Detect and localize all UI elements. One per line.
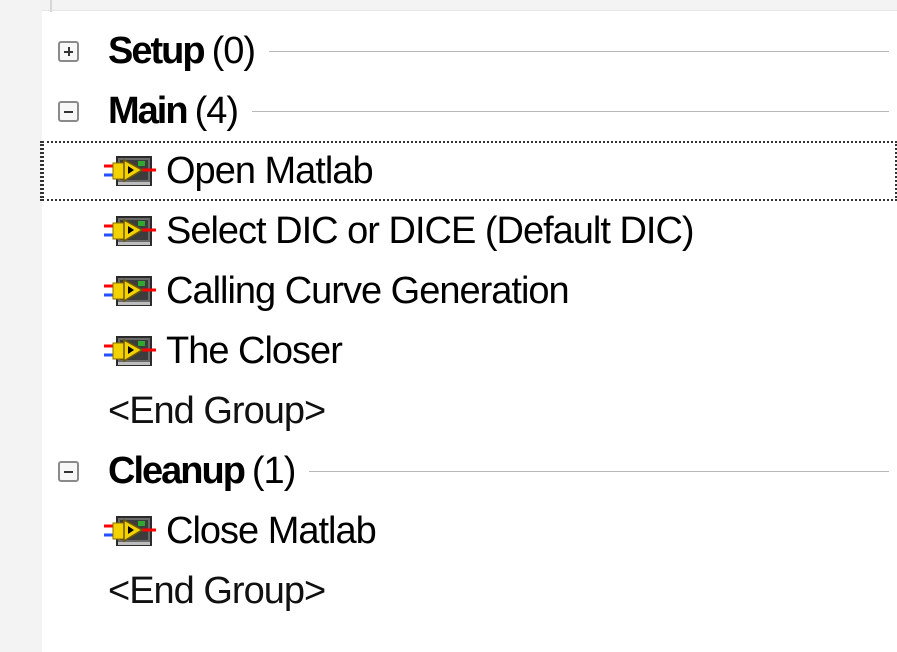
group-head: Cleanup (1) [108,450,897,493]
end-group-label: <End Group> [108,389,326,432]
step-row-calling-curve-generation[interactable]: Calling Curve Generation [42,261,897,321]
labview-vi-step-icon [104,336,156,366]
tree-left-gutter [0,0,42,652]
group-name: Setup [108,29,206,72]
group-count: (4) [194,89,239,132]
expand-plus-icon[interactable] [58,40,79,62]
step-label: Open Matlab [166,149,374,192]
step-row-the-closer[interactable]: The Closer [42,321,897,381]
labview-vi-step-icon [104,276,156,306]
labview-vi-step-icon [104,216,156,246]
group-name: Cleanup [108,449,246,492]
step-label: Calling Curve Generation [166,269,570,312]
sequence-tree: Setup (0) Main (4) Open Matlab Select DI… [40,26,897,626]
step-label: Select DIC or DICE (Default DIC) [166,209,695,252]
labview-vi-step-icon [104,516,156,546]
group-header-setup[interactable]: Setup (0) [42,21,897,81]
group-count: (0) [211,29,256,72]
column-divider [50,0,52,12]
group-header-main[interactable]: Main (4) [42,81,897,141]
step-row-open-matlab[interactable]: Open Matlab [40,141,897,201]
group-head: Setup (0) [108,30,897,73]
group-separator-line [269,50,889,52]
group-name: Main [108,89,189,132]
group-count: (1) [251,449,296,492]
step-label: Close Matlab [166,509,377,552]
labview-vi-step-icon [104,156,156,186]
collapse-minus-icon[interactable] [58,460,79,482]
group-head: Main (4) [108,90,897,133]
group-separator-line [309,470,889,472]
collapse-minus-icon[interactable] [58,100,79,122]
tree-top-border [42,0,897,12]
group-header-cleanup[interactable]: Cleanup (1) [42,441,897,501]
end-group-label: <End Group> [108,569,326,612]
group-separator-line [252,110,889,112]
step-row-close-matlab[interactable]: Close Matlab [42,501,897,561]
end-group-main[interactable]: <End Group> [42,381,897,441]
end-group-cleanup[interactable]: <End Group> [42,561,897,621]
step-row-select-dic-or-dice[interactable]: Select DIC or DICE (Default DIC) [42,201,897,261]
step-label: The Closer [166,329,343,372]
